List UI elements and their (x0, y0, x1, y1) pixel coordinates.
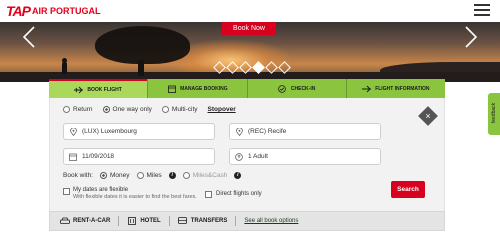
tab-label: CHECK-IN (290, 85, 316, 92)
carousel-dot[interactable] (213, 61, 226, 74)
passengers-value: 1 Adult (248, 153, 268, 160)
book-now-button[interactable]: Book Now (222, 22, 276, 35)
carousel-dot[interactable] (226, 61, 239, 74)
direct-flights-checkbox[interactable] (205, 191, 212, 198)
services-bar: RENT-A-CAR HOTEL TRANSFERS See all book … (49, 211, 445, 231)
book-with-label: Book with: (63, 172, 93, 179)
check-circle-icon (278, 84, 287, 93)
direct-flights-option[interactable]: Direct flights only (205, 190, 262, 198)
tab-check-in[interactable]: CHECK-IN (246, 79, 346, 98)
tap-logo[interactable]: TAP AIR PORTUGAL (6, 3, 100, 19)
carousel-dots (213, 61, 291, 74)
rent-a-car-link[interactable]: RENT-A-CAR (60, 217, 110, 225)
carousel-dot[interactable] (278, 61, 291, 74)
origin-value: (LUX) Luxembourg (82, 128, 137, 135)
logo-text: AIR PORTUGAL (31, 6, 101, 16)
flexible-dates-checkbox[interactable] (63, 188, 70, 195)
passengers-field[interactable]: 1 Adult (229, 148, 381, 165)
header: TAP AIR PORTUGAL (0, 0, 500, 22)
tree-silhouette (95, 26, 190, 64)
departure-date-field[interactable]: 11/09/2018 (63, 148, 215, 165)
tab-manage-booking[interactable]: MANAGE BOOKING (147, 79, 246, 98)
feedback-label: feedback (491, 102, 497, 124)
location-pin-icon (235, 127, 243, 136)
flexible-dates-label: My dates are flexible (73, 187, 129, 193)
radio-miles-cash[interactable]: Miles&Cash (182, 172, 227, 179)
plane-icon (74, 86, 84, 94)
radio-multi-city[interactable]: Multi-city (161, 106, 198, 113)
destination-field[interactable]: (REC) Recife (229, 123, 381, 140)
car-icon (60, 217, 70, 225)
flexible-dates-option[interactable]: My dates are flexible With flexible date… (63, 187, 197, 200)
tab-label: FLIGHT INFORMATION (375, 85, 430, 92)
hotel-icon (127, 217, 137, 225)
direct-flights-label: Direct flights only (216, 191, 262, 197)
booking-tabs: BOOK FLIGHT MANAGE BOOKING CHECK-IN FLIG… (49, 79, 445, 98)
origin-field[interactable]: (LUX) Luxembourg (63, 123, 215, 140)
bus-icon (178, 217, 188, 225)
calendar-icon (69, 153, 77, 161)
tab-label: MANAGE BOOKING (180, 85, 228, 92)
page: TAP AIR PORTUGAL Book Now BOOK FLIGHT MA… (0, 0, 500, 242)
radio-one-way[interactable]: One way only (102, 106, 152, 113)
tab-flight-information[interactable]: FLIGHT INFORMATION (345, 79, 445, 98)
calendar-icon (167, 85, 176, 93)
radio-miles[interactable]: Miles (136, 172, 162, 179)
location-pin-icon (69, 127, 77, 136)
close-icon[interactable]: × (418, 106, 438, 126)
radio-money[interactable]: Money (100, 172, 130, 179)
stopover-link[interactable]: Stopover (208, 106, 236, 113)
see-all-book-options-link[interactable]: See all book options (244, 218, 298, 224)
tab-book-flight[interactable]: BOOK FLIGHT (49, 79, 148, 98)
feedback-tab[interactable]: feedback (488, 93, 500, 135)
chevron-left-icon[interactable] (22, 26, 36, 48)
booking-form: Return One way only Multi-city Stopover … (49, 98, 445, 211)
logo-mark: TAP (6, 3, 31, 19)
hotel-link[interactable]: HOTEL (127, 217, 161, 225)
book-with-group: Book with: Money Miles i Miles&Cash i (63, 172, 242, 179)
chevron-right-icon[interactable] (464, 26, 478, 48)
carousel-dot-active[interactable] (252, 61, 265, 74)
info-icon[interactable]: i (168, 172, 176, 179)
tab-label: BOOK FLIGHT (87, 86, 122, 93)
carousel-dot[interactable] (239, 61, 252, 74)
carousel-dot[interactable] (265, 61, 278, 74)
flexible-dates-hint: With flexible dates it is easier to find… (73, 194, 197, 200)
destination-value: (REC) Recife (248, 128, 287, 135)
info-icon[interactable]: i (234, 172, 242, 179)
transfers-link[interactable]: TRANSFERS (178, 217, 227, 225)
hamburger-icon[interactable] (474, 4, 490, 16)
user-icon (235, 152, 243, 161)
date-value: 11/09/2018 (82, 153, 115, 160)
radio-return[interactable]: Return (63, 106, 93, 113)
search-button[interactable]: Search (391, 181, 425, 198)
trip-type-group: Return One way only Multi-city Stopover (63, 106, 236, 113)
plane-info-icon (362, 85, 372, 93)
person-silhouette (62, 62, 67, 74)
